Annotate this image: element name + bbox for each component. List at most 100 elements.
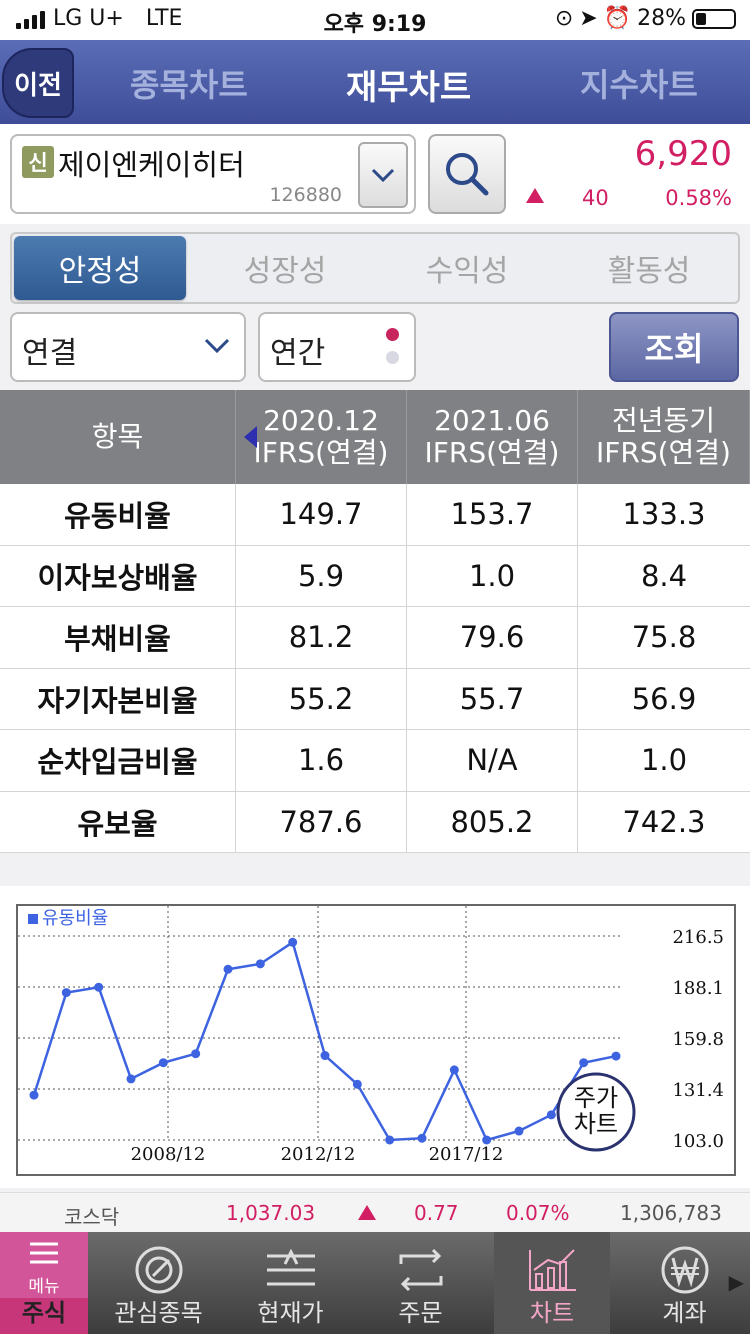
- legend-swatch: [28, 914, 38, 924]
- column-period: 2020.12: [263, 403, 379, 437]
- cell-value: 55.7: [407, 668, 578, 729]
- battery-icon: [692, 8, 736, 29]
- x-tick-label: 2008/12: [131, 1144, 206, 1165]
- menu-button[interactable]: 메뉴: [0, 1232, 88, 1298]
- index-ticker[interactable]: 코스닥 1,037.03 0.77 0.07% 1,306,783: [0, 1192, 750, 1232]
- data-point: [29, 1090, 39, 1100]
- index-change: 0.77: [414, 1201, 459, 1225]
- nav-watchlist[interactable]: 관심종목: [96, 1232, 221, 1334]
- table-row[interactable]: 순차입금비율 1.6 N/A 1.0: [0, 730, 750, 792]
- segment-growth[interactable]: 성장성: [194, 234, 376, 302]
- stock-chart-button-label: 차트: [574, 1110, 618, 1138]
- data-point: [255, 959, 265, 969]
- table-row[interactable]: 유보율 787.6 805.2 742.3: [0, 791, 750, 853]
- header-column: 2021.06 IFRS(연결): [407, 390, 578, 484]
- data-point: [482, 1135, 492, 1145]
- row-label: 유동비율: [0, 484, 236, 545]
- cell-value: 79.6: [407, 607, 578, 668]
- column-period: 전년동기: [611, 403, 716, 437]
- y-tick-label: 216.5: [672, 927, 724, 948]
- hamburger-icon: [30, 1242, 58, 1264]
- nav-current-price[interactable]: 현재가: [228, 1232, 353, 1334]
- analysis-segment-control: 안정성 성장성 수익성 활동성: [10, 232, 740, 304]
- column-basis: IFRS(연결): [253, 436, 389, 469]
- cell-value: 1.0: [640, 743, 688, 778]
- y-tick-label: 159.8: [672, 1029, 724, 1050]
- column-basis: IFRS(연결): [596, 436, 731, 469]
- data-point: [611, 1051, 621, 1061]
- search-icon: [446, 153, 489, 196]
- data-point: [514, 1126, 524, 1136]
- chart-panel: 216.5 188.1 159.8 131.4 103.0 2008/12 2012/12 2…: [0, 886, 750, 1188]
- row-label: 유보율: [0, 791, 236, 852]
- data-point: [449, 1065, 459, 1075]
- cell-value: 56.9: [631, 681, 697, 716]
- market-badge: 신: [22, 146, 54, 178]
- data-point: [158, 1058, 168, 1068]
- segment-stability[interactable]: 안정성: [14, 236, 186, 300]
- nav-label: 주식: [21, 1299, 67, 1327]
- order-exchange-icon: [399, 1248, 442, 1292]
- tab-index-chart[interactable]: 지수차트: [580, 60, 698, 106]
- x-tick-label: 2012/12: [281, 1144, 356, 1165]
- data-point: [288, 937, 298, 947]
- nav-more-arrow-icon[interactable]: ▶: [729, 1270, 744, 1294]
- cell-value: 787.6: [236, 791, 407, 852]
- nav-label: 관심종목: [114, 1299, 203, 1327]
- scroll-left-arrow-icon[interactable]: [244, 426, 257, 448]
- cell-value: 1.6: [236, 730, 407, 791]
- watchlist-icon: [135, 1246, 182, 1294]
- back-button[interactable]: 이전: [2, 48, 74, 118]
- alarm-icon: ⏰: [603, 6, 632, 31]
- cell-value: 1.0: [407, 545, 578, 606]
- nav-order[interactable]: 주문: [358, 1232, 483, 1334]
- data-point: [352, 1079, 362, 1089]
- data-point: [126, 1074, 136, 1084]
- nav-chart[interactable]: 차트: [494, 1232, 610, 1334]
- header-item-label: 항목: [0, 390, 236, 484]
- period-page-indicator: [386, 328, 400, 374]
- cell-value: 81.2: [236, 607, 407, 668]
- column-period: 2021.06: [434, 403, 550, 437]
- data-point: [94, 982, 104, 992]
- segment-activity[interactable]: 활동성: [558, 234, 740, 302]
- series-line: [32, 940, 617, 1142]
- chevron-down-icon: [204, 338, 230, 354]
- table-row[interactable]: 자기자본비율 55.2 55.7 56.9: [0, 668, 750, 730]
- cell-value: 8.4: [640, 558, 688, 593]
- query-button[interactable]: 조회: [609, 312, 739, 382]
- nav-stocks-menu[interactable]: 메뉴 주식: [0, 1232, 88, 1334]
- consolidation-select[interactable]: 연결: [10, 312, 246, 382]
- table-row[interactable]: 이자보상배율 5.9 1.0 8.4: [0, 545, 750, 607]
- stock-selector[interactable]: 신 제이엔케이히터 126880: [10, 134, 416, 214]
- table-row[interactable]: 부채비율 81.2 79.6 75.8: [0, 607, 750, 669]
- status-right: ⊙ ➤ ⏰ 28%: [555, 6, 736, 31]
- stock-dropdown-button[interactable]: [358, 142, 408, 208]
- nav-label: 계좌: [662, 1299, 707, 1327]
- y-tick-label: 103.0: [672, 1131, 724, 1152]
- cell-value: 149.7: [236, 484, 407, 545]
- search-button[interactable]: [428, 134, 506, 214]
- row-label: 부채비율: [0, 607, 236, 668]
- y-tick-label: 131.4: [672, 1080, 724, 1101]
- tab-financial-chart[interactable]: 재무차트: [346, 60, 471, 109]
- header-column: 전년동기 IFRS(연결): [578, 390, 750, 484]
- financial-table: 항목 2020.12 IFRS(연결) 2021.06 IFRS(연결) 전년동…: [0, 390, 750, 853]
- chart-icon: [529, 1249, 576, 1291]
- data-point: [223, 964, 233, 974]
- tab-stock-chart[interactable]: 종목차트: [130, 60, 248, 106]
- won-currency-icon: [661, 1246, 708, 1294]
- cell-value: 133.3: [622, 497, 706, 532]
- consolidation-value: 연결: [22, 336, 78, 371]
- cell-value: 75.8: [631, 620, 697, 655]
- segment-profitability[interactable]: 수익성: [376, 234, 558, 302]
- nav-label: 차트: [529, 1299, 575, 1327]
- row-label: 자기자본비율: [0, 668, 236, 729]
- data-point: [385, 1135, 395, 1145]
- period-toggle[interactable]: 연간: [258, 312, 416, 382]
- data-point: [320, 1051, 330, 1061]
- stock-chart-button-label: 주가: [574, 1084, 618, 1112]
- stock-chart-button[interactable]: 주가차트: [556, 1072, 636, 1152]
- cell-value: 5.9: [236, 545, 407, 606]
- table-row[interactable]: 유동비율 149.7 153.7 133.3: [0, 484, 750, 546]
